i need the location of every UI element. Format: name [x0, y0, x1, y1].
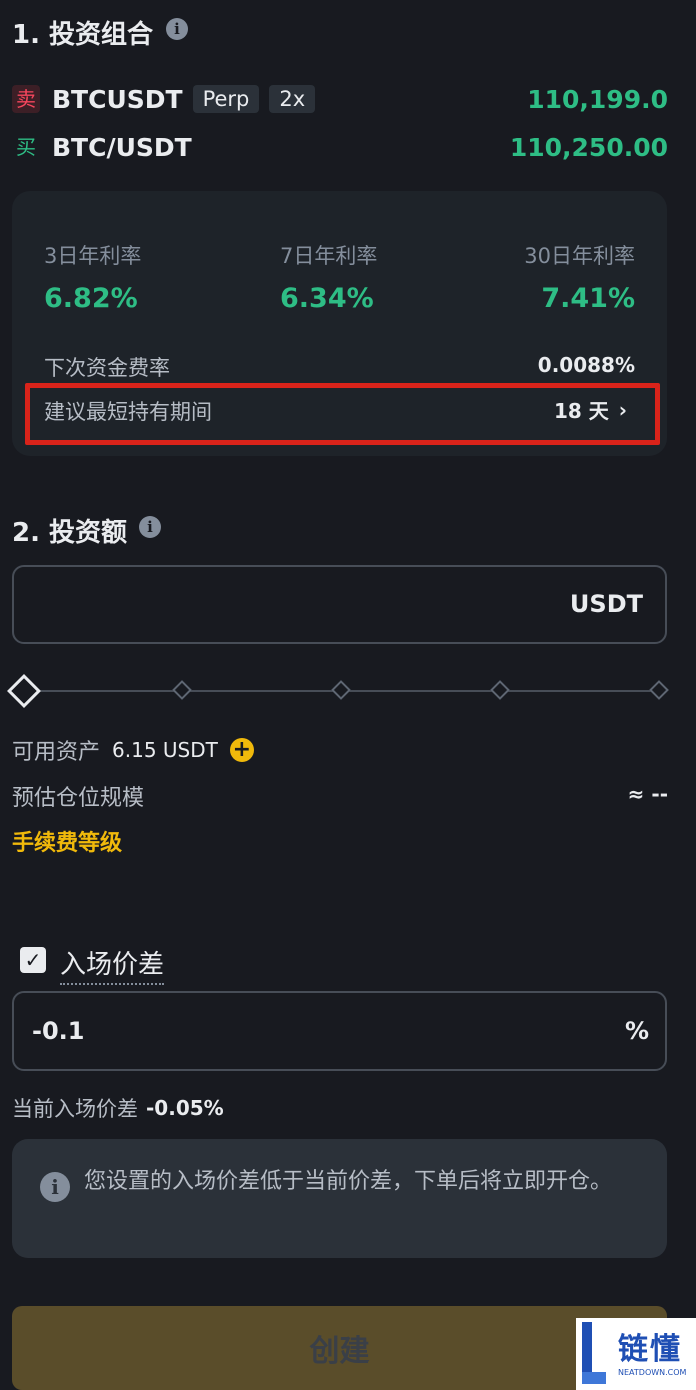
slider-step[interactable]: [172, 680, 192, 700]
entry-spread-label[interactable]: 入场价差: [60, 944, 165, 985]
buy-badge: 买: [16, 135, 36, 159]
currency-label: USDT: [569, 590, 643, 618]
amount-input-box[interactable]: USDT: [12, 565, 667, 644]
entry-spread-input[interactable]: [30, 1011, 514, 1051]
info-icon[interactable]: i: [139, 516, 161, 538]
slider-step[interactable]: [649, 680, 669, 700]
current-spread-value: -0.05%: [146, 1096, 224, 1120]
sell-badge: 卖: [12, 85, 40, 113]
watermark-text: 链懂: [618, 1332, 682, 1367]
percent-unit: %: [624, 1017, 649, 1045]
rate-value-3d: 6.82%: [44, 283, 138, 314]
amount-input[interactable]: [32, 585, 516, 625]
tag-perp: Perp: [192, 85, 260, 113]
watermark-sub: NEATDOWN.COM: [618, 1368, 687, 1377]
next-funding-value: 0.0088%: [537, 353, 635, 377]
rate-value-7d: 6.34%: [280, 283, 374, 314]
amount-slider[interactable]: [7, 674, 672, 708]
slider-handle[interactable]: [7, 674, 41, 708]
rate-label-3d: 3日年利率: [44, 244, 142, 268]
create-button[interactable]: 创建: [12, 1306, 667, 1390]
pair-row-buy: 买 BTC/USDT 110,250.00: [12, 129, 668, 165]
pair-price: 110,250.00: [509, 132, 668, 162]
highlight-annotation: [25, 383, 660, 445]
entry-spread-input-box[interactable]: %: [12, 991, 667, 1071]
section-title-amount: 2. 投资额: [12, 518, 128, 548]
rate-label-30d: 30日年利率: [524, 244, 635, 268]
est-position-label: 预估仓位规模: [12, 786, 145, 811]
info-icon: i: [40, 1172, 70, 1202]
add-funds-icon[interactable]: +: [229, 738, 254, 762]
fee-level-link[interactable]: 手续费等级: [12, 825, 122, 857]
entry-spread-checkbox[interactable]: ✓: [20, 947, 46, 973]
watermark: 链懂 NEATDOWN.COM: [576, 1318, 696, 1390]
slider-step[interactable]: [331, 680, 351, 700]
watermark-logo: [580, 1322, 606, 1386]
available-value: 6.15 USDT: [112, 738, 218, 762]
pair-symbol: BTC/USDT: [52, 132, 192, 162]
rate-label-7d: 7日年利率: [280, 244, 378, 268]
notice-box: i 您设置的入场价差低于当前价差，下单后将立即开仓。: [12, 1139, 667, 1258]
tag-leverage: 2x: [269, 85, 316, 113]
est-position-value: ≈ --: [627, 782, 668, 806]
pair-symbol: BTCUSDT: [52, 84, 183, 114]
rate-value-30d: 7.41%: [541, 283, 635, 314]
available-label: 可用资产: [12, 740, 101, 765]
slider-step[interactable]: [490, 680, 510, 700]
pair-row-sell: 卖 BTCUSDT Perp 2x 110,199.0: [12, 81, 668, 117]
current-spread-row: 当前入场价差 -0.05%: [12, 1093, 224, 1123]
available-row: 可用资产 6.15 USDT +: [12, 734, 254, 766]
notice-text: 您设置的入场价差低于当前价差，下单后将立即开仓。: [84, 1169, 613, 1194]
info-icon[interactable]: i: [166, 18, 188, 40]
pair-price: 110,199.0: [527, 84, 668, 114]
current-spread-label: 当前入场价差: [12, 1097, 138, 1121]
section-title-portfolio: 1. 投资组合: [12, 20, 154, 50]
next-funding-label: 下次资金费率: [44, 356, 170, 380]
